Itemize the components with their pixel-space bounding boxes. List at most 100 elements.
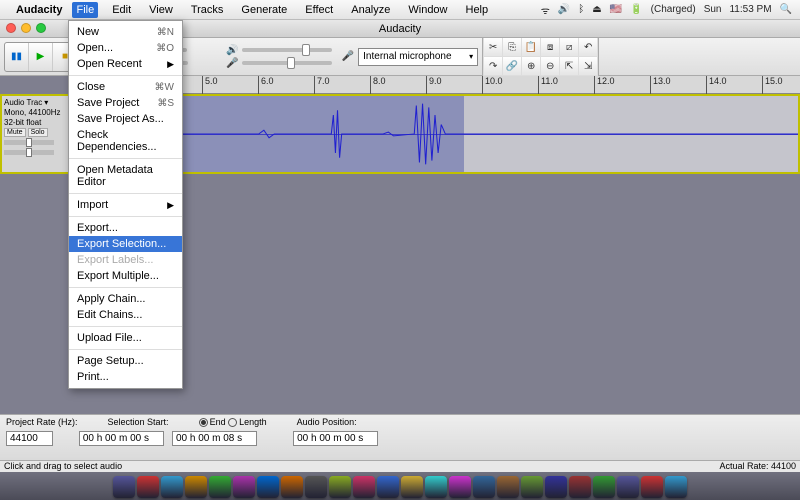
selection-start-input[interactable]: 00 h 00 m 00 s [79, 431, 164, 446]
file-menu-print[interactable]: Print... [69, 369, 182, 385]
dock-app[interactable] [425, 476, 447, 498]
file-menu-import[interactable]: Import▶ [69, 197, 182, 213]
undo-button[interactable]: ↶ [579, 38, 597, 56]
bluetooth-icon[interactable]: ᛒ [578, 4, 584, 15]
wifi-icon[interactable]: ᯤ [541, 3, 550, 17]
silence-button[interactable]: ⧄ [560, 38, 578, 56]
menu-effect[interactable]: Effect [301, 2, 337, 18]
input-device-select[interactable]: Internal microphone [358, 48, 478, 66]
menu-analyze[interactable]: Analyze [347, 2, 394, 18]
audio-position-input[interactable]: 00 h 00 m 00 s [293, 431, 378, 446]
file-menu-upload-file[interactable]: Upload File... [69, 330, 182, 346]
volume-icon[interactable]: 🔊 [558, 4, 570, 15]
dock-app[interactable] [209, 476, 231, 498]
battery-icon[interactable]: 🔋 [630, 4, 642, 15]
file-menu-open-metadata-editor[interactable]: Open Metadata Editor [69, 162, 182, 190]
ruler-tick: 9.0 [426, 76, 442, 94]
copy-button[interactable]: ⎘ [503, 38, 521, 56]
dock-app[interactable] [449, 476, 471, 498]
selection-start-label: Selection Start: [108, 417, 169, 429]
dock-app[interactable] [137, 476, 159, 498]
selection-end-input[interactable]: 00 h 00 m 08 s [172, 431, 257, 446]
file-menu-open-recent[interactable]: Open Recent▶ [69, 56, 182, 72]
dock-app[interactable] [665, 476, 687, 498]
file-menu-page-setup[interactable]: Page Setup... [69, 353, 182, 369]
dock-app[interactable] [113, 476, 135, 498]
end-radio[interactable]: End [199, 417, 226, 427]
solo-button[interactable]: Solo [28, 128, 48, 137]
menu-file[interactable]: File [72, 2, 98, 18]
file-menu-close[interactable]: Close⌘W [69, 79, 182, 95]
gain-slider[interactable] [4, 140, 54, 145]
ruler-tick: 14.0 [706, 76, 727, 94]
dock-app[interactable] [353, 476, 375, 498]
dock-app[interactable] [617, 476, 639, 498]
dock-app[interactable] [161, 476, 183, 498]
track-name[interactable]: Audio Trac [4, 98, 42, 107]
dock-app[interactable] [257, 476, 279, 498]
trim-button[interactable]: ⧈ [541, 38, 559, 56]
dock-app[interactable] [305, 476, 327, 498]
app-name[interactable]: Audacity [16, 4, 62, 16]
file-menu-open[interactable]: Open...⌘O [69, 40, 182, 56]
dock-app[interactable] [641, 476, 663, 498]
file-menu-check-dependencies[interactable]: Check Dependencies... [69, 127, 182, 155]
menu-edit[interactable]: Edit [108, 2, 135, 18]
project-rate-input[interactable]: 44100 [6, 431, 53, 446]
dock-app[interactable] [473, 476, 495, 498]
ruler-tick: 15.0 [762, 76, 783, 94]
file-menu-apply-chain[interactable]: Apply Chain... [69, 291, 182, 307]
dock-app[interactable] [569, 476, 591, 498]
cut-button[interactable]: ✂ [484, 38, 502, 56]
file-menu-save-project[interactable]: Save Project⌘S [69, 95, 182, 111]
dock-app[interactable] [497, 476, 519, 498]
length-radio[interactable]: Length [228, 417, 267, 427]
dock-app[interactable] [281, 476, 303, 498]
file-menu-save-project-as[interactable]: Save Project As... [69, 111, 182, 127]
file-menu-edit-chains[interactable]: Edit Chains... [69, 307, 182, 323]
menu-help[interactable]: Help [462, 2, 493, 18]
menu-view[interactable]: View [145, 2, 177, 18]
track-menu-icon[interactable]: ▾ [44, 98, 48, 107]
eject-icon[interactable]: ⏏ [592, 4, 601, 15]
dock-app[interactable] [401, 476, 423, 498]
zoom-out-button[interactable]: ⊖ [541, 57, 559, 75]
clock-day: Sun [704, 4, 722, 15]
dock-app[interactable] [593, 476, 615, 498]
link-button[interactable]: 🔗 [503, 57, 521, 75]
zoom-in-button[interactable]: ⊕ [522, 57, 540, 75]
ruler-tick: 7.0 [314, 76, 330, 94]
minimize-window-button[interactable] [21, 23, 31, 33]
menu-window[interactable]: Window [404, 2, 451, 18]
fit-project-button[interactable]: ⇲ [579, 57, 597, 75]
dock-app[interactable] [185, 476, 207, 498]
fit-selection-button[interactable]: ⇱ [560, 57, 578, 75]
menu-generate[interactable]: Generate [237, 2, 291, 18]
record-volume-slider[interactable] [242, 61, 332, 65]
clock-time[interactable]: 11:53 PM [729, 4, 771, 15]
dock-app[interactable] [329, 476, 351, 498]
zoom-window-button[interactable] [36, 23, 46, 33]
dock-app[interactable] [545, 476, 567, 498]
project-rate-label: Project Rate (Hz): [6, 417, 78, 429]
paste-button[interactable]: 📋 [522, 38, 540, 56]
redo-button[interactable]: ↷ [484, 57, 502, 75]
file-menu-new[interactable]: New⌘N [69, 24, 182, 40]
dock-app[interactable] [233, 476, 255, 498]
dock-app[interactable] [521, 476, 543, 498]
file-menu-export-selection[interactable]: Export Selection... [69, 236, 182, 252]
dock-app[interactable] [377, 476, 399, 498]
menu-tracks[interactable]: Tracks [187, 2, 228, 18]
battery-text: (Charged) [651, 4, 696, 15]
pan-slider[interactable] [4, 150, 54, 155]
pause-button[interactable]: ▮▮ [5, 43, 29, 71]
playback-volume-slider[interactable] [242, 48, 332, 52]
file-menu-export-multiple[interactable]: Export Multiple... [69, 268, 182, 284]
ruler-tick: 8.0 [370, 76, 386, 94]
spotlight-icon[interactable]: 🔍 [780, 4, 792, 15]
mute-button[interactable]: Mute [4, 128, 26, 137]
flag-icon[interactable]: 🇺🇸 [610, 4, 622, 15]
play-button[interactable]: ▶ [29, 43, 53, 71]
file-menu-export[interactable]: Export... [69, 220, 182, 236]
close-window-button[interactable] [6, 23, 16, 33]
